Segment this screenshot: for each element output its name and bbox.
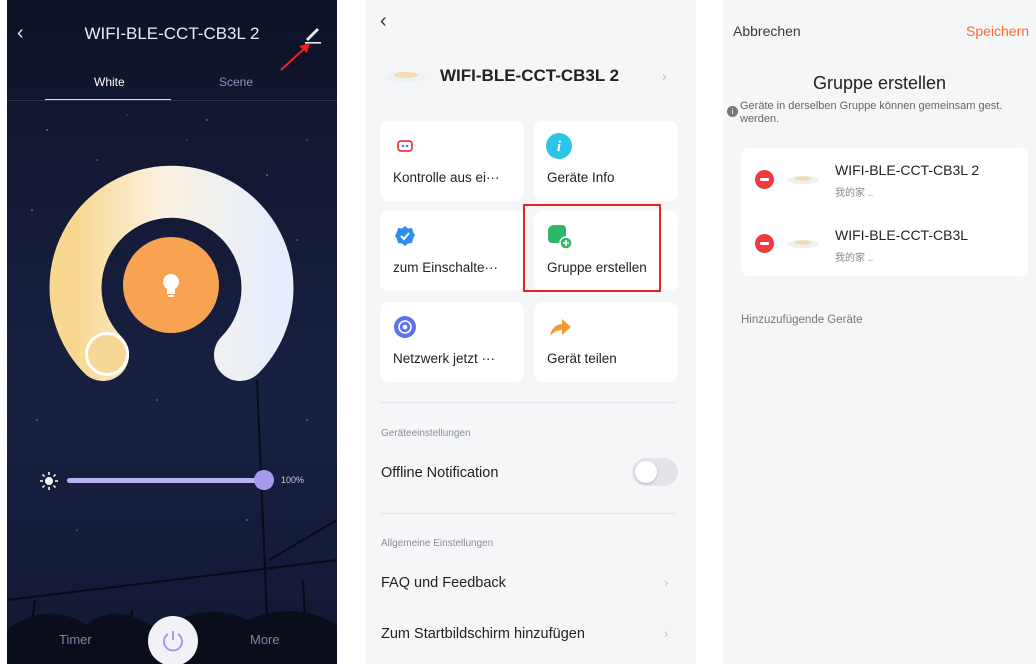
tab-white[interactable]: White	[94, 75, 125, 89]
tile-remote-control[interactable]: Kontrolle aus ei···	[380, 121, 524, 201]
save-button[interactable]: Speichern	[966, 23, 1029, 39]
remote-icon	[397, 140, 413, 152]
chevron-right-icon[interactable]: ›	[664, 626, 668, 641]
back-chevron-icon[interactable]: ‹	[380, 10, 387, 33]
page-title: Gruppe erstellen	[812, 73, 947, 93]
remove-device-button[interactable]	[755, 170, 774, 189]
network-icon	[394, 316, 416, 338]
brightness-slider-fill	[67, 478, 263, 483]
device-title[interactable]: WIFI-BLE-CCT-CB3L 2	[440, 66, 619, 86]
power-icon	[163, 631, 183, 652]
tile-network-check[interactable]: Netzwerk jetzt ···	[380, 302, 524, 382]
light-control-panel: ‹ WIFI-BLE-CCT-CB3L 2 White Scene 100% T…	[7, 0, 337, 664]
info-icon: i	[546, 133, 572, 159]
divider	[380, 402, 676, 403]
tile-share-device[interactable]: Gerät teilen	[534, 302, 678, 382]
share-icon	[550, 319, 571, 336]
tile-label: Netzwerk jetzt ···	[393, 351, 496, 366]
device-settings-panel: ‹ WIFI-BLE-CCT-CB3L 2 › Kontrolle aus ei…	[366, 0, 696, 664]
group-description: Geräte in derselben Gruppe können gemein…	[740, 100, 1003, 125]
lightbulb-icon	[163, 274, 179, 297]
brightness-sun-icon	[40, 472, 58, 490]
annotation-arrow	[280, 43, 310, 71]
offline-notification-label: Offline Notification	[381, 465, 499, 481]
group-device-list: WIFI-BLE-CCT-CB3L 2 我的家 .. WIFI-BLE-CCT-…	[741, 148, 1028, 276]
offline-notification-toggle[interactable]	[632, 458, 678, 486]
device-name: WIFI-BLE-CCT-CB3L 2	[835, 162, 980, 178]
tile-label: Gerät teilen	[547, 351, 617, 366]
tile-label: Kontrolle aus ei···	[393, 170, 500, 185]
section-device-settings: Geräteeinstellungen	[381, 428, 471, 439]
section-general-settings: Allgemeine Einstellungen	[381, 538, 494, 549]
tile-power-on-behavior[interactable]: zum Einschalte···	[380, 211, 524, 291]
section-devices-to-add: Hinzuzufügende Geräte	[741, 314, 863, 326]
annotation-highlight-box	[523, 204, 661, 292]
color-temperature-handle[interactable]	[85, 332, 129, 376]
device-location: 我的家 ..	[835, 188, 874, 199]
divider	[380, 513, 676, 514]
cancel-button[interactable]: Abbrechen	[733, 23, 801, 39]
tab-divider	[7, 100, 337, 101]
toggle-knob	[635, 461, 657, 483]
brightness-slider[interactable]	[67, 478, 263, 483]
info-icon: i	[727, 106, 738, 117]
ceiling-lamp-icon	[787, 240, 819, 248]
timer-button[interactable]: Timer	[59, 632, 92, 647]
chevron-right-icon[interactable]: ›	[662, 68, 667, 84]
check-badge-icon	[395, 226, 415, 246]
add-to-home-screen-row[interactable]: Zum Startbildschirm hinzufügen	[381, 626, 585, 642]
ceiling-lamp-icon	[787, 176, 819, 184]
remove-device-button[interactable]	[755, 234, 774, 253]
tile-label: zum Einschalte···	[393, 260, 499, 275]
create-group-panel: Abbrechen Speichern Gruppe erstellen i G…	[723, 0, 1036, 664]
chevron-right-icon[interactable]: ›	[664, 575, 668, 590]
brightness-value: 100%	[281, 475, 305, 485]
more-button[interactable]: More	[250, 632, 280, 647]
faq-feedback-row[interactable]: FAQ und Feedback	[381, 575, 506, 591]
ceiling-lamp-icon	[386, 72, 426, 82]
device-location: 我的家 ..	[835, 253, 874, 264]
brightness-slider-knob[interactable]	[254, 470, 274, 490]
tab-scene[interactable]: Scene	[219, 75, 253, 89]
tile-device-info[interactable]: i Geräte Info	[534, 121, 678, 201]
tile-label: Geräte Info	[547, 170, 615, 185]
device-name: WIFI-BLE-CCT-CB3L	[835, 227, 969, 243]
